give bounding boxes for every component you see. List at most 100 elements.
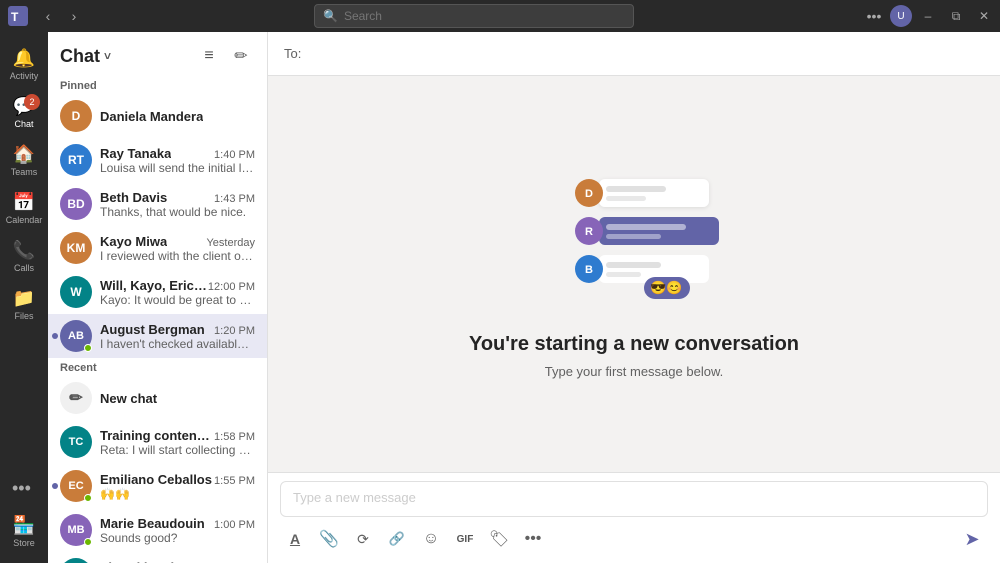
chat-item-top: Daniela Mandera xyxy=(100,109,255,124)
send-button[interactable]: ➤ xyxy=(956,523,988,555)
chat-item-top: Ray Tanaka 1:40 PM xyxy=(100,146,255,161)
sidebar-item-teams[interactable]: 🏠 Teams xyxy=(4,136,44,184)
chat-toolbar: A 📎 ⟳ 🔗 ☺ GIF 🏷 xyxy=(280,523,988,555)
chat-to-bar: To: xyxy=(268,32,1000,76)
emoji-button[interactable]: ☺ xyxy=(416,524,446,554)
list-item[interactable]: BD Beth Davis 1:43 PM Thanks, that would… xyxy=(48,182,267,226)
to-input[interactable] xyxy=(309,46,984,61)
store-icon: 🏪 xyxy=(13,515,35,536)
chevron-down-icon[interactable]: ˅ xyxy=(104,49,111,63)
sidebar-item-calls[interactable]: 📞 Calls xyxy=(4,232,44,280)
nav-bottom: ••• 🏪 Store xyxy=(4,470,44,563)
chat-item-name: Training content for Photon... xyxy=(100,428,214,443)
list-item[interactable]: VL Virtual lunch 11:02 AM You: Thanks! H… xyxy=(48,552,267,563)
emoji-icon: ☺ xyxy=(423,530,439,548)
chat-item-preview: Sounds good? xyxy=(100,531,255,545)
sidebar-item-files[interactable]: 📁 Files xyxy=(4,280,44,328)
format-button[interactable]: A xyxy=(280,524,310,554)
link-icon: 🔗 xyxy=(389,531,405,547)
sidebar-item-label: Files xyxy=(14,311,33,321)
minimize-button[interactable]: – xyxy=(916,4,940,28)
more-toolbar-button[interactable]: ••• xyxy=(518,524,548,554)
new-chat-button[interactable]: ✏ xyxy=(227,42,255,70)
chat-input-area: Type a new message A 📎 ⟳ 🔗 ☺ GIF xyxy=(268,472,1000,563)
chat-item-time: 1:40 PM xyxy=(214,149,255,161)
close-button[interactable]: ✕ xyxy=(972,4,996,28)
sidebar-item-chat[interactable]: 💬 Chat 2 xyxy=(4,88,44,136)
svg-text:B: B xyxy=(585,264,593,276)
avatar: D xyxy=(60,100,92,132)
chat-item-body: Will, Kayo, Eric, +2 12:00 PM Kayo: It w… xyxy=(100,278,255,307)
forward-button[interactable]: › xyxy=(62,4,86,28)
sidebar-item-label: Calendar xyxy=(6,215,43,225)
list-item[interactable]: RT Ray Tanaka 1:40 PM Louisa will send t… xyxy=(48,138,267,182)
message-input-placeholder[interactable]: Type a new message xyxy=(280,481,988,517)
svg-text:😎😊: 😎😊 xyxy=(650,280,682,295)
gif-button[interactable]: GIF xyxy=(450,524,480,554)
sidebar-item-label: Teams xyxy=(11,167,38,177)
chat-item-name: Kayo Miwa xyxy=(100,234,167,249)
chat-item-preview: Reta: I will start collecting all the do… xyxy=(100,443,255,457)
chat-item-name: Daniela Mandera xyxy=(100,109,203,124)
chat-item-name: August Bergman xyxy=(100,322,205,337)
chat-items-scroll[interactable]: Pinned D Daniela Mandera RT Ray Tanaka xyxy=(48,76,267,563)
chat-item-top: Beth Davis 1:43 PM xyxy=(100,190,255,205)
attach-button[interactable]: 📎 xyxy=(314,524,344,554)
to-label: To: xyxy=(284,46,301,61)
list-item[interactable]: AB August Bergman 1:20 PM I haven't chec… xyxy=(48,314,267,358)
list-item[interactable]: W Will, Kayo, Eric, +2 12:00 PM Kayo: It… xyxy=(48,270,267,314)
chat-item-body: Kayo Miwa Yesterday I reviewed with the … xyxy=(100,234,255,263)
chat-item-top: Virtual lunch 11:02 AM xyxy=(100,560,255,563)
chat-item-body: Beth Davis 1:43 PM Thanks, that would be… xyxy=(100,190,255,219)
format-icon: A xyxy=(290,531,300,547)
sidebar-item-activity[interactable]: 🔔 Activity xyxy=(4,40,44,88)
avatar: RT xyxy=(60,144,92,176)
loop-button[interactable]: ⟳ xyxy=(348,524,378,554)
list-item[interactable]: ✏ New chat xyxy=(48,376,267,420)
chat-item-preview: I reviewed with the client on Tuesda... xyxy=(100,249,255,263)
chat-item-name: Emiliano Ceballos xyxy=(100,472,212,487)
link-button[interactable]: 🔗 xyxy=(382,524,412,554)
svg-text:D: D xyxy=(585,188,593,200)
chat-badge: 2 xyxy=(24,94,40,110)
illustration-svg: D R B 😎😊 xyxy=(544,169,724,309)
new-chat-avatar: ✏ xyxy=(60,382,92,414)
online-status-indicator xyxy=(84,538,92,546)
chat-item-body: New chat xyxy=(100,391,255,406)
sidebar-item-calendar[interactable]: 📅 Calendar xyxy=(4,184,44,232)
list-item[interactable]: TC Training content for Photon... 1:58 P… xyxy=(48,420,267,464)
calendar-icon: 📅 xyxy=(13,192,35,213)
recent-section-label: Recent xyxy=(48,358,267,376)
svg-text:R: R xyxy=(585,226,593,238)
list-item[interactable]: MB Marie Beaudouin 1:00 PM Sounds good? xyxy=(48,508,267,552)
chat-item-time: 1:00 PM xyxy=(214,519,255,531)
avatar: AB xyxy=(60,320,92,352)
list-item[interactable]: D Daniela Mandera xyxy=(48,94,267,138)
calls-icon: 📞 xyxy=(13,240,35,261)
sticker-button[interactable]: 🏷 xyxy=(484,524,514,554)
files-icon: 📁 xyxy=(13,288,35,309)
list-item[interactable]: KM Kayo Miwa Yesterday I reviewed with t… xyxy=(48,226,267,270)
sidebar-item-label: Chat xyxy=(14,119,33,129)
filter-button[interactable]: ≡ xyxy=(195,42,223,70)
unread-indicator xyxy=(52,333,58,339)
more-apps-button[interactable]: ••• xyxy=(4,470,44,507)
restore-button[interactable]: ⧉ xyxy=(944,4,968,28)
more-options-button[interactable]: ••• xyxy=(862,4,886,28)
chat-item-top: Training content for Photon... 1:58 PM xyxy=(100,428,255,443)
search-icon: 🔍 xyxy=(323,9,338,23)
loop-icon: ⟳ xyxy=(357,531,369,548)
chat-item-body: Emiliano Ceballos 1:55 PM 🙌🙌 xyxy=(100,472,255,501)
avatar[interactable]: U xyxy=(890,5,912,27)
sidebar-item-store[interactable]: 🏪 Store xyxy=(4,507,44,555)
titlebar-search-box[interactable]: 🔍 xyxy=(314,4,634,28)
search-input[interactable] xyxy=(344,9,625,23)
titlebar-nav: ‹ › xyxy=(36,4,86,28)
titlebar-left: T ‹ › xyxy=(0,4,86,28)
avatar-initials: D xyxy=(72,109,81,123)
chat-item-name: New chat xyxy=(100,391,157,406)
chat-item-time: Yesterday xyxy=(206,237,255,249)
back-button[interactable]: ‹ xyxy=(36,4,60,28)
activity-icon: 🔔 xyxy=(13,48,35,69)
list-item[interactable]: EC Emiliano Ceballos 1:55 PM 🙌🙌 xyxy=(48,464,267,508)
